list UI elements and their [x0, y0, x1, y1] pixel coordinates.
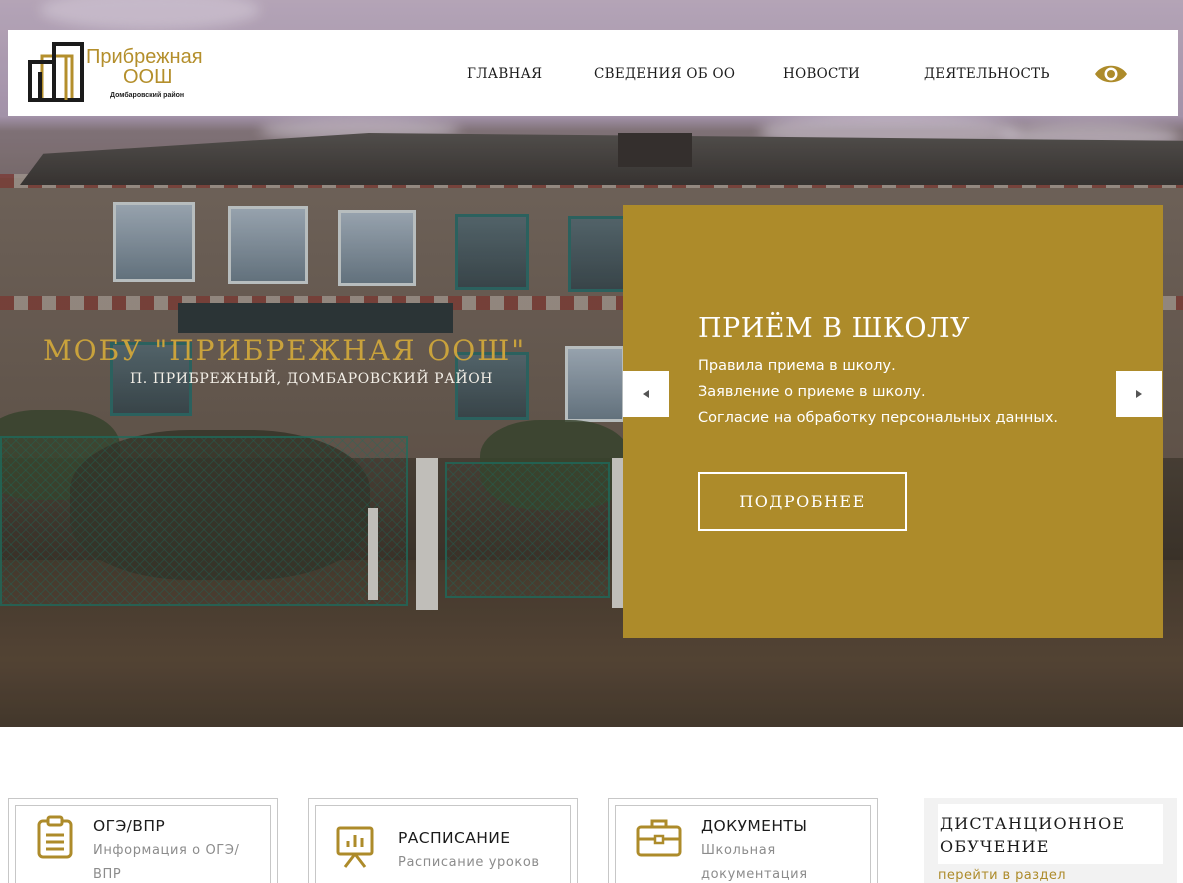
nav-home[interactable]: ГЛАВНАЯ: [467, 66, 542, 82]
slide-line-consent: Согласие на обработку персональных данны…: [698, 410, 1059, 426]
briefcase-icon: [636, 819, 682, 857]
logo-buildings-icon: [28, 42, 84, 102]
school-title: МОБУ "ПРИБРЕЖНАЯ ООШ": [43, 334, 527, 367]
slide-prev-button[interactable]: [623, 371, 669, 417]
caret-right-icon: [1136, 390, 1142, 398]
nav-news[interactable]: НОВОСТИ: [783, 66, 860, 82]
card-description: Школьная документация: [701, 843, 808, 882]
card-title: РАСПИСАНИЕ: [398, 829, 511, 847]
caret-left-icon: [643, 390, 649, 398]
distance-learning-title: ДИСТАНЦИОННОЕ ОБУЧЕНИЕ: [940, 814, 1126, 856]
logo-district: Домбаровский район: [110, 92, 185, 99]
slide-next-button[interactable]: [1116, 371, 1162, 417]
distance-learning-block: ДИСТАНЦИОННОЕ ОБУЧЕНИЕ перейти в раздел: [924, 798, 1177, 883]
more-button[interactable]: ПОДРОБНЕЕ: [698, 472, 907, 531]
slide-panel: ПРИЁМ В ШКОЛУ Правила приема в школу. За…: [623, 205, 1163, 638]
eye-icon[interactable]: [1094, 60, 1128, 88]
card-title: ОГЭ/ВПР: [93, 817, 166, 835]
card-description: Расписание уроков: [398, 855, 540, 870]
distance-learning-link[interactable]: перейти в раздел: [938, 868, 1066, 883]
site-logo[interactable]: Прибрежная ООШ Домбаровский район: [28, 42, 228, 104]
logo-subtitle: ООШ: [123, 66, 173, 88]
card-oge[interactable]: ОГЭ/ВПР Информация о ОГЭ/ВПР: [8, 798, 278, 883]
slide-line-rules: Правила приема в школу.: [698, 358, 896, 374]
card-schedule[interactable]: РАСПИСАНИЕ Расписание уроков: [308, 798, 578, 883]
slide-line-application: Заявление о приеме в школу.: [698, 384, 926, 400]
card-description: Информация о ОГЭ/ВПР: [93, 843, 240, 882]
nav-activity[interactable]: ДЕЯТЕЛЬНОСТЬ: [924, 66, 1050, 82]
clipboard-icon: [37, 815, 73, 859]
school-subtitle: П. ПРИБРЕЖНЫЙ, ДОМБАРОВСКИЙ РАЙОН: [130, 371, 494, 387]
slide-title: ПРИЁМ В ШКОЛУ: [698, 313, 971, 344]
site-header: Прибрежная ООШ Домбаровский район ГЛАВНА…: [8, 30, 1178, 116]
card-title: ДОКУМЕНТЫ: [701, 817, 808, 835]
presentation-board-icon: [336, 826, 374, 868]
card-documents[interactable]: ДОКУМЕНТЫ Школьная документация: [608, 798, 878, 883]
nav-about[interactable]: СВЕДЕНИЯ ОБ ОО: [594, 66, 735, 82]
